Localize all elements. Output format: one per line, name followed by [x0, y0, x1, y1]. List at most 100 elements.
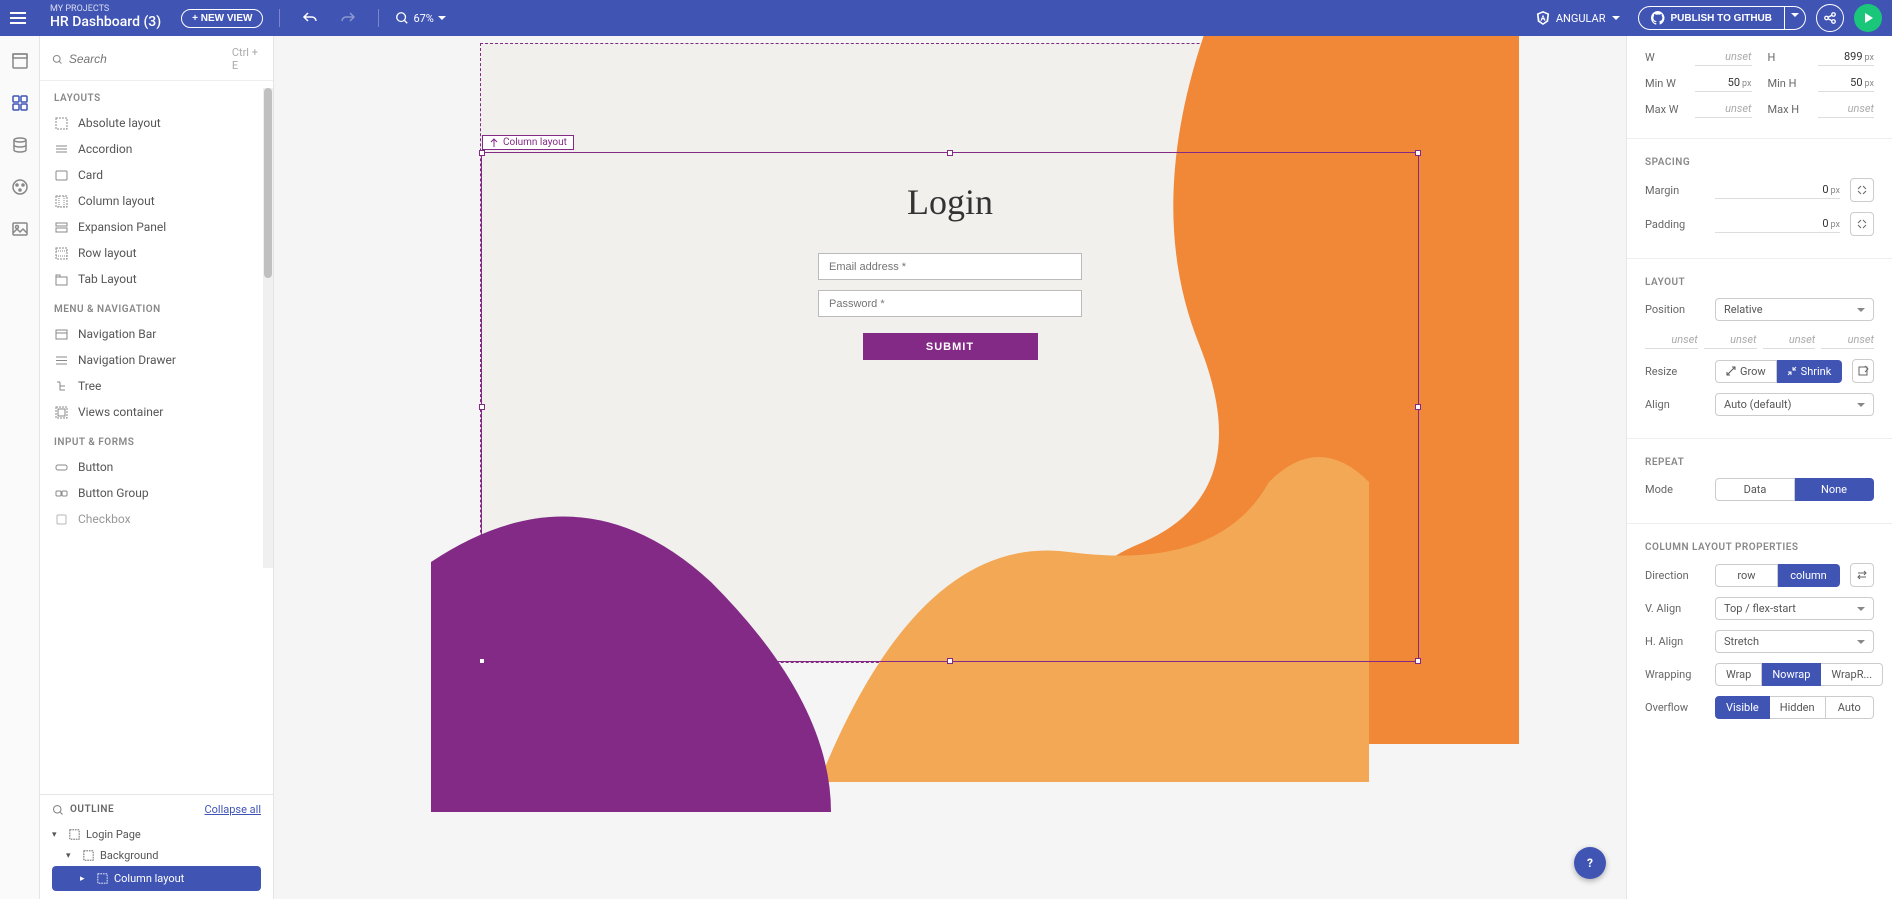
visible-button[interactable]: Visible [1715, 696, 1770, 719]
undo-icon[interactable] [296, 4, 324, 32]
wrapping-label: Wrapping [1645, 668, 1705, 681]
zoom-control[interactable]: 67% [395, 11, 445, 25]
resize-edit-button[interactable] [1852, 359, 1874, 383]
selection-label[interactable]: Column layout [482, 135, 574, 150]
preview-button[interactable] [1854, 4, 1882, 32]
components-icon[interactable] [9, 92, 31, 114]
margin-field[interactable]: 0px [1715, 181, 1840, 199]
assets-icon[interactable] [9, 218, 31, 240]
canvas-frame[interactable]: Column layout Login SUBMIT [480, 43, 1420, 663]
framework-label: ANGULAR [1556, 12, 1606, 25]
publish-dropdown-button[interactable] [1785, 6, 1806, 30]
resize-handle[interactable] [947, 658, 953, 664]
maxh-field[interactable]: unset [1818, 100, 1875, 118]
margin-expand-button[interactable] [1850, 178, 1874, 202]
swap-button[interactable] [1850, 563, 1874, 587]
comp-tab-layout[interactable]: Tab Layout [40, 266, 273, 292]
comp-button[interactable]: Button [40, 454, 273, 480]
grow-button[interactable]: Grow [1715, 360, 1777, 383]
nowrap-button[interactable]: Nowrap [1762, 663, 1821, 686]
category-input-forms: INPUT & FORMS [40, 425, 273, 454]
search-input[interactable] [69, 52, 226, 66]
align-select[interactable]: Auto (default) [1715, 393, 1874, 416]
submit-button[interactable]: SUBMIT [863, 333, 1038, 360]
tool-rail [0, 36, 40, 899]
password-input[interactable] [818, 290, 1082, 317]
padding-expand-button[interactable] [1850, 212, 1874, 236]
tree-item-login-page[interactable]: ▾Login Page [52, 824, 261, 845]
tree-icon [54, 379, 68, 393]
comp-accordion[interactable]: Accordion [40, 136, 273, 162]
minw-field[interactable]: 50px [1695, 74, 1752, 92]
share-button[interactable] [1816, 4, 1844, 32]
halign-select[interactable]: Stretch [1715, 630, 1874, 653]
h-label: H [1768, 51, 1810, 64]
drawer-icon [54, 353, 68, 367]
pos-left-field[interactable]: unset [1821, 331, 1874, 349]
comp-card[interactable]: Card [40, 162, 273, 188]
comp-row-layout[interactable]: Row layout [40, 240, 273, 266]
angular-icon [1536, 11, 1550, 25]
card-icon [54, 168, 68, 182]
comp-checkbox[interactable]: Checkbox [40, 506, 273, 532]
email-input[interactable] [818, 253, 1082, 280]
chevron-down-icon [1857, 638, 1865, 646]
shrink-button[interactable]: Shrink [1777, 360, 1843, 383]
data-icon[interactable] [9, 134, 31, 156]
project-breadcrumb[interactable]: MY PROJECTS HR Dashboard (3) [50, 5, 161, 30]
resize-handle[interactable] [479, 658, 485, 664]
login-form: Login SUBMIT [482, 153, 1418, 360]
pos-bottom-field[interactable]: unset [1763, 331, 1816, 349]
my-projects-label: MY PROJECTS [50, 5, 161, 15]
framework-selector[interactable]: ANGULAR [1528, 7, 1628, 29]
redo-icon[interactable] [334, 4, 362, 32]
comp-navigation-drawer[interactable]: Navigation Drawer [40, 347, 273, 373]
canvas[interactable]: Column layout Login SUBMIT [274, 36, 1626, 899]
scrollbar-thumb[interactable] [264, 88, 272, 278]
comp-absolute-layout[interactable]: Absolute layout [40, 110, 273, 136]
scrollbar[interactable] [263, 88, 273, 568]
wrap-button[interactable]: Wrap [1715, 663, 1762, 686]
comp-expansion-panel[interactable]: Expansion Panel [40, 214, 273, 240]
minh-field[interactable]: 50px [1818, 74, 1875, 92]
h-field[interactable]: 899px [1818, 48, 1875, 66]
pos-top-field[interactable]: unset [1645, 331, 1698, 349]
collapse-all-link[interactable]: Collapse all [204, 803, 261, 816]
publish-button[interactable]: PUBLISH TO GITHUB [1638, 6, 1785, 30]
hidden-button[interactable]: Hidden [1770, 696, 1826, 719]
search-box[interactable]: Ctrl + E [40, 36, 273, 81]
auto-button[interactable]: Auto [1826, 696, 1874, 719]
chevron-down-icon [1857, 401, 1865, 409]
position-select[interactable]: Relative [1715, 298, 1874, 321]
tree-item-background[interactable]: ▾Background [52, 845, 261, 866]
wrapr-button[interactable]: WrapR... [1821, 663, 1883, 686]
w-field[interactable]: unset [1695, 48, 1752, 66]
comp-button-group[interactable]: Button Group [40, 480, 273, 506]
comp-views-container[interactable]: Views container [40, 399, 273, 425]
mode-label: Mode [1645, 483, 1705, 496]
button-group-icon [54, 486, 68, 500]
menu-icon[interactable] [10, 6, 34, 30]
resize-handle[interactable] [1415, 658, 1421, 664]
comp-column-layout[interactable]: Column layout [40, 188, 273, 214]
data-button[interactable]: Data [1715, 478, 1795, 501]
valign-select[interactable]: Top / flex-start [1715, 597, 1874, 620]
component-list[interactable]: LAYOUTS Absolute layout Accordion Card C… [40, 81, 273, 794]
resize-handle[interactable] [1415, 404, 1421, 410]
row-button[interactable]: row [1715, 564, 1778, 587]
themes-icon[interactable] [9, 176, 31, 198]
resize-handle[interactable] [479, 404, 485, 410]
help-button[interactable]: ? [1574, 847, 1606, 879]
column-button[interactable]: column [1778, 564, 1840, 587]
pos-right-field[interactable]: unset [1704, 331, 1757, 349]
comp-tree[interactable]: Tree [40, 373, 273, 399]
tree-item-column-layout[interactable]: ▸Column layout [52, 866, 261, 891]
views-icon[interactable] [9, 50, 31, 72]
none-button[interactable]: None [1795, 478, 1874, 501]
comp-navigation-bar[interactable]: Navigation Bar [40, 321, 273, 347]
new-view-button[interactable]: + NEW VIEW [181, 9, 263, 28]
padding-label: Padding [1645, 218, 1705, 231]
maxw-field[interactable]: unset [1695, 100, 1752, 118]
separator [378, 9, 379, 27]
padding-field[interactable]: 0px [1715, 215, 1840, 233]
